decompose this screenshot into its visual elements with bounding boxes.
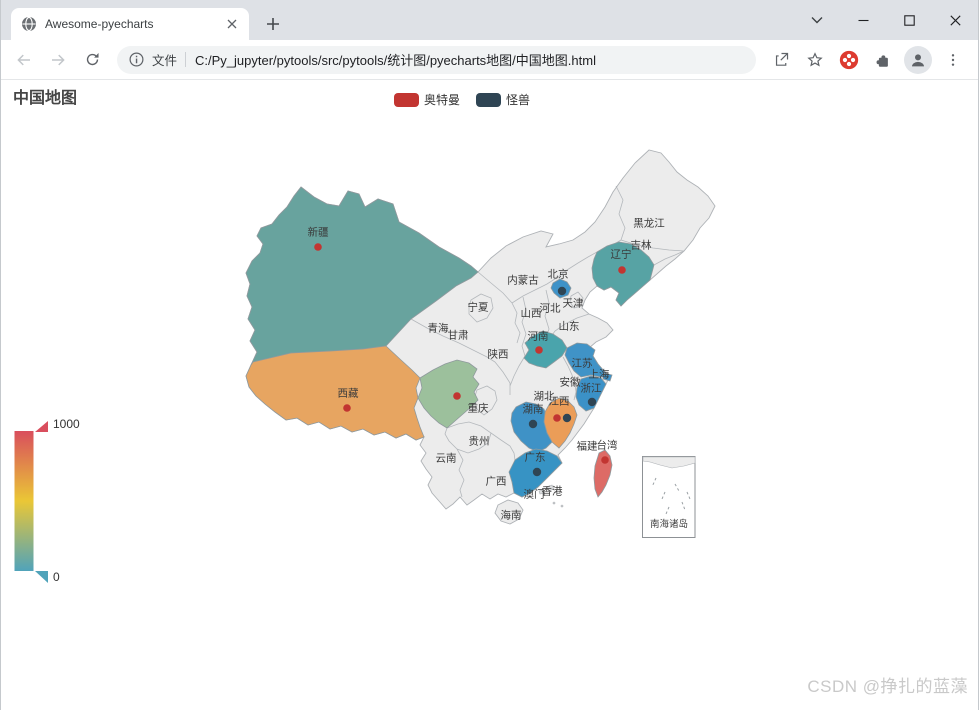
monster-dot[interactable]: [588, 398, 596, 406]
province-label: 西藏: [338, 388, 359, 400]
extension-red-icon[interactable]: [835, 46, 863, 74]
province-label: 青海: [428, 322, 449, 335]
inset-label: 南海诸岛: [650, 518, 688, 530]
globe-favicon-icon: [21, 16, 37, 32]
back-button[interactable]: [10, 46, 38, 74]
url-text[interactable]: C:/Py_jupyter/pytools/src/pytools/统计图/py…: [195, 50, 596, 69]
minimize-button[interactable]: [840, 0, 886, 40]
visualmap-gradient-bar: [15, 431, 34, 571]
profile-avatar[interactable]: [904, 46, 932, 74]
monster-dot[interactable]: [558, 287, 566, 295]
province-label: 山东: [559, 320, 580, 333]
province-label: 广东: [525, 451, 546, 464]
province-label: 内蒙古: [507, 274, 539, 287]
map-region-xizang[interactable]: [246, 346, 424, 440]
url-bar[interactable]: 文件 C:/Py_jupyter/pytools/src/pytools/统计图…: [117, 46, 756, 74]
page-info-icon[interactable]: [129, 52, 144, 67]
province-label: 福建: [577, 440, 598, 453]
province-label: 甘肃: [448, 329, 469, 342]
visualmap-min-handle: [35, 571, 48, 583]
bookmark-star-icon[interactable]: [801, 46, 829, 74]
page-content: 中国地图 奥特曼 怪兽: [1, 80, 979, 710]
province-label: 宁夏: [468, 301, 489, 314]
province-label: 河北: [540, 303, 561, 315]
south-china-sea-inset: 南海诸岛: [643, 457, 696, 538]
province-label: 广西: [486, 476, 507, 488]
reload-button[interactable]: [78, 46, 106, 74]
csdn-watermark: CSDN @挣扎的蓝藻: [807, 672, 968, 697]
china-map-canvas[interactable]: 新疆西藏青海甘肃宁夏内蒙古黑龙江吉林辽宁北京天津河北山西山东河南陕西江苏上海安徽…: [1, 80, 979, 710]
ultraman-dot[interactable]: [314, 243, 322, 251]
browser-tab[interactable]: Awesome-pyecharts: [11, 8, 249, 40]
province-label: 河南: [528, 330, 549, 343]
province-label: 新疆: [308, 226, 329, 239]
monster-dot[interactable]: [533, 468, 541, 476]
url-scheme-chip[interactable]: 文件: [152, 50, 177, 69]
forward-button[interactable]: [44, 46, 72, 74]
monster-dot[interactable]: [563, 414, 571, 422]
tab-search-chevron-icon[interactable]: [794, 0, 840, 40]
province-label: 浙江: [581, 383, 602, 395]
province-label: 海南: [501, 509, 522, 522]
ultraman-dot[interactable]: [535, 346, 543, 354]
tab-close-icon[interactable]: [223, 15, 241, 33]
ultraman-dot[interactable]: [601, 456, 609, 464]
ultraman-dot[interactable]: [618, 266, 626, 274]
browser-titlebar: Awesome-pyecharts: [1, 0, 978, 40]
window-controls: [794, 0, 978, 40]
ultraman-dot[interactable]: [343, 404, 351, 412]
province-label: 陕西: [488, 348, 509, 361]
tab-title: Awesome-pyecharts: [45, 17, 223, 31]
url-separator: [185, 52, 186, 67]
province-label: 辽宁: [611, 248, 632, 261]
province-label: 北京: [548, 268, 569, 281]
monster-dot[interactable]: [529, 420, 537, 428]
share-button[interactable]: [767, 46, 795, 74]
close-window-button[interactable]: [932, 0, 978, 40]
visualmap-max-label: 1000: [53, 417, 80, 431]
maximize-button[interactable]: [886, 0, 932, 40]
ultraman-dot[interactable]: [453, 392, 461, 400]
visualmap-max-handle: [35, 421, 48, 432]
province-label: 天津: [563, 298, 584, 310]
province-label: 重庆: [468, 402, 489, 415]
visualmap[interactable]: 1000 0: [15, 417, 81, 584]
province-label: 贵州: [469, 435, 490, 448]
browser-window: Awesome-pyecharts: [0, 0, 979, 710]
browser-toolbar: 文件 C:/Py_jupyter/pytools/src/pytools/统计图…: [1, 40, 978, 80]
province-label: 山西: [521, 308, 542, 320]
province-label: 黑龙江: [633, 217, 665, 230]
new-tab-button[interactable]: [259, 10, 287, 38]
province-label: 江西: [549, 396, 570, 408]
province-label: 云南: [436, 452, 457, 465]
visualmap-min-label: 0: [53, 570, 60, 584]
province-label: 上海: [589, 368, 610, 381]
ultraman-dot[interactable]: [553, 414, 561, 422]
menu-kebab-icon[interactable]: [939, 46, 967, 74]
extensions-puzzle-icon[interactable]: [869, 46, 897, 74]
province-label: 台湾: [597, 439, 618, 452]
province-label: 香港: [542, 486, 563, 498]
province-label: 湖南: [523, 403, 544, 416]
province-label: 安徽: [560, 376, 581, 389]
province-label: 吉林: [631, 239, 652, 252]
